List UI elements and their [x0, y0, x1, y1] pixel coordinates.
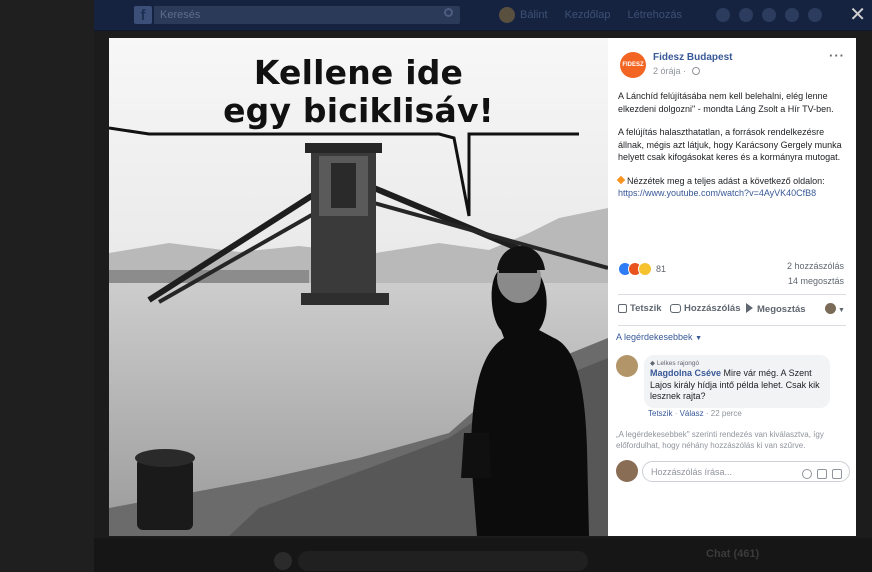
page-name-link[interactable]: Fidesz Budapest: [653, 52, 732, 63]
post-time-text[interactable]: 2 órája: [653, 66, 681, 76]
post-photo[interactable]: Kellene ide egy biciklisáv!: [109, 38, 608, 536]
comment-icon: [670, 304, 681, 313]
profile-avatar[interactable]: [499, 7, 515, 23]
comments-count[interactable]: 2 hozzászólás: [787, 261, 844, 271]
post-actions: Tetszik Hozzászólás Megosztás ▼: [616, 301, 852, 319]
comment-sort-label: A legérdekesebbek: [616, 332, 693, 342]
chevron-down-icon: ▼: [838, 307, 845, 314]
globe-icon: [691, 67, 700, 75]
help-icon[interactable]: [785, 8, 799, 22]
post-time[interactable]: 2 órája ·: [653, 66, 700, 76]
youtube-link[interactable]: https://www.youtube.com/watch?v=4AyVK40C…: [618, 188, 816, 198]
post-paragraph-3: Nézzétek meg a teljes adást a következő …: [616, 175, 850, 200]
left-background: [0, 0, 94, 572]
page-avatar[interactable]: FIDESZ: [620, 52, 646, 78]
more-icon[interactable]: ···: [829, 48, 845, 63]
background-page-footer: Chat (461): [94, 538, 872, 572]
post-paragraph-2: A felújítás halaszthatatlan, a források …: [618, 127, 842, 162]
top-links: Bálint Kezdőlap Létrehozás: [520, 0, 696, 30]
facebook-logo-icon[interactable]: f: [134, 6, 152, 24]
search-icon[interactable]: [444, 8, 453, 17]
share-button[interactable]: Megosztás: [746, 303, 806, 315]
top-notification-icons: [716, 8, 831, 27]
sort-filter-note: „A legérdekesebbek" szerinti rendezés va…: [616, 430, 824, 450]
photo-headline: Kellene ide egy biciklisáv!: [109, 54, 608, 130]
notifications-icon[interactable]: [762, 8, 776, 22]
comment-bubble: ◆ Lelkes rajongó Magdolna Cséve Mire vár…: [644, 355, 830, 408]
comment-button-label: Hozzászólás: [684, 303, 741, 314]
close-icon[interactable]: ✕: [849, 5, 866, 25]
share-button-label: Megosztás: [757, 304, 806, 315]
photo-headline-line1: Kellene ide: [253, 53, 464, 92]
post-text: A Lánchíd felújításába nem kell belehaln…: [616, 90, 850, 211]
comment-like-link[interactable]: Tetszik: [648, 409, 672, 418]
comment-button[interactable]: Hozzászólás: [670, 303, 741, 314]
fan-badge: ◆ Lelkes rajongó: [650, 360, 700, 367]
comment-actions: Tetszik · Válasz · 22 perce: [648, 409, 742, 418]
divider: [618, 325, 846, 326]
share-icon: [746, 303, 753, 313]
comment-input[interactable]: Hozzászólás írása...: [642, 461, 850, 482]
comment-author[interactable]: Magdolna Cséve: [650, 368, 721, 378]
top-link-home[interactable]: Kezdőlap: [565, 9, 611, 21]
fan-badge-text: Lelkes rajongó: [656, 360, 700, 367]
comment-time[interactable]: 22 perce: [711, 409, 742, 418]
emoji-icon[interactable]: [802, 469, 812, 479]
like-icon: [618, 304, 627, 313]
chat-label[interactable]: Chat (461): [706, 548, 759, 560]
ghost-comment-input: [298, 551, 588, 571]
messenger-icon[interactable]: [739, 8, 753, 22]
chevron-down-icon: ▼: [695, 335, 703, 342]
reactions-summary[interactable]: 81: [618, 262, 666, 276]
comment-reply-link[interactable]: Válasz: [680, 409, 704, 418]
search-input[interactable]: Keresés: [154, 6, 460, 24]
like-button[interactable]: Tetszik: [618, 303, 662, 314]
post-paragraph-1: A Lánchíd felújításába nem kell belehaln…: [618, 91, 834, 114]
shares-count[interactable]: 14 megosztás: [788, 276, 844, 286]
top-navigation-bar: f Keresés Bálint Kezdőlap Létrehozás ✕: [94, 0, 872, 31]
post-as-avatar: [825, 303, 836, 314]
like-button-label: Tetszik: [630, 303, 662, 314]
gif-icon[interactable]: [832, 469, 842, 479]
divider: [618, 294, 846, 295]
ghost-avatar: [274, 552, 292, 570]
post-paragraph-3-text: Nézzétek meg a teljes adást a következő …: [627, 175, 825, 186]
friends-icon[interactable]: [716, 8, 730, 22]
haha-reaction-icon: [638, 262, 652, 276]
diamond-icon: [616, 175, 626, 184]
post-as-selector[interactable]: ▼: [825, 303, 845, 315]
reaction-count[interactable]: 81: [656, 264, 666, 274]
commenter-avatar[interactable]: [616, 355, 638, 377]
post-side-panel: FIDESZ Fidesz Budapest 2 órája · ··· A L…: [608, 38, 856, 536]
photo-headline-line2: egy biciklisáv!: [223, 91, 494, 130]
top-link-create[interactable]: Létrehozás: [628, 9, 682, 21]
comment-input-icons: [797, 466, 842, 487]
comment-input-placeholder: Hozzászólás írása...: [651, 467, 733, 477]
comment-sort-dropdown[interactable]: A legérdekesebbek ▼: [616, 332, 702, 342]
menu-icon[interactable]: [808, 8, 822, 22]
top-link-profile[interactable]: Bálint: [520, 9, 548, 21]
camera-icon[interactable]: [817, 469, 827, 479]
current-user-avatar: [616, 460, 638, 482]
